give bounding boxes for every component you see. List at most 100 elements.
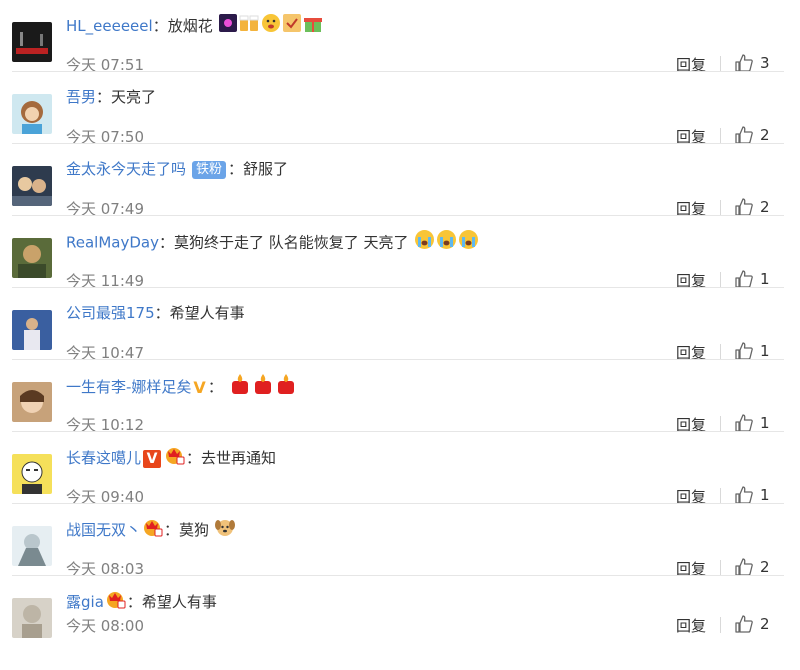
colon: ： (186, 449, 202, 467)
divider (720, 200, 721, 216)
thumbs-up-icon[interactable] (734, 53, 754, 77)
member-crown-icon (142, 517, 164, 544)
like-count: 1 (760, 270, 770, 288)
divider (720, 56, 721, 72)
comment-line: 公司最强175：希望人有事 (66, 301, 245, 325)
divider (720, 272, 721, 288)
username-link[interactable]: 露gia (66, 593, 104, 611)
comment-list: HL_eeeeeel：放烟花 今天 07:51 回复 3 吾男：天亮了 今天 0… (0, 0, 800, 638)
comment-line: 战国无双丶 ：莫狗 (66, 517, 235, 541)
like-count: 3 (760, 54, 770, 72)
thumbs-up-icon[interactable] (734, 269, 754, 293)
comment-text: 希望人有事 (169, 304, 245, 322)
like-stamp-emoji-icon (282, 13, 302, 40)
colon: ： (207, 378, 223, 396)
username-link[interactable]: 公司最强175 (66, 304, 155, 322)
comment-item: RealMayDay：莫狗终于走了 队名能恢复了 天亮了 今天 11:49 回复… (0, 230, 800, 310)
colon: ： (154, 304, 170, 322)
comment-text: 莫狗终于走了 队名能恢复了 天亮了 (173, 233, 409, 252)
candle-emoji-icon (275, 373, 297, 402)
colon: ： (164, 521, 180, 539)
username-link[interactable]: 金太永今天走了吗 (66, 160, 186, 178)
colon: ： (96, 88, 112, 106)
colon: ： (126, 593, 142, 611)
like-count: 1 (760, 486, 770, 504)
candle-emoji-icon (229, 373, 251, 402)
comment-line: 一生有李-娜样足矣 V： (66, 373, 297, 397)
divider (720, 416, 721, 432)
divider (12, 143, 784, 144)
thumbs-up-icon[interactable] (734, 341, 754, 365)
divider (12, 431, 784, 432)
username-link[interactable]: 长春这噶儿 (66, 449, 141, 467)
comment-line: RealMayDay：莫狗终于走了 队名能恢复了 天亮了 (66, 229, 479, 253)
thumbs-up-icon[interactable] (734, 485, 754, 509)
fan-badge[interactable]: 铁粉 (192, 160, 227, 179)
like-count: 2 (760, 615, 770, 633)
avatar[interactable] (12, 382, 52, 422)
crying-face-emoji-icon (414, 229, 435, 257)
comment-text: 莫狗 (179, 521, 210, 539)
like-count: 1 (760, 414, 770, 432)
thumbs-up-icon[interactable] (734, 614, 754, 638)
username-link[interactable]: 一生有李-娜样足矣 (66, 378, 191, 396)
verified-v-icon: V (143, 449, 162, 468)
comment-line: 露gia ：希望人有事 (66, 589, 217, 613)
divider (12, 359, 784, 360)
username-link[interactable]: HL_eeeeeel (66, 17, 153, 35)
verified-v-icon: V (193, 377, 206, 397)
avatar[interactable] (12, 598, 52, 638)
divider (720, 560, 721, 576)
colon: ： (228, 160, 244, 178)
comment-item: 金太永今天走了吗 铁粉 ：舒服了 今天 07:49 回复 2 (0, 160, 800, 238)
crying-face-emoji-icon (458, 229, 479, 257)
candle-emoji-icon (252, 373, 274, 402)
username-link[interactable]: 吾男 (66, 88, 96, 106)
comment-line: 长春这噶儿 V ：去世再通知 (66, 445, 276, 469)
cheer-face-emoji-icon (261, 13, 281, 40)
username-link[interactable]: RealMayDay (66, 234, 159, 252)
comment-text: 放烟花 (167, 17, 213, 35)
beer-emoji-icon (238, 14, 260, 39)
like-count: 2 (760, 558, 770, 576)
divider (720, 128, 721, 144)
divider (12, 71, 784, 72)
dog-emoji-icon (214, 517, 235, 544)
avatar[interactable] (12, 454, 52, 494)
comment-item: 公司最强175：希望人有事 今天 10:47 回复 1 (0, 304, 800, 382)
comment-item: HL_eeeeeel：放烟花 今天 07:51 回复 3 (0, 14, 800, 94)
avatar[interactable] (12, 22, 52, 62)
username-link[interactable]: 战国无双丶 (66, 521, 141, 539)
thumbs-up-icon[interactable] (734, 557, 754, 581)
avatar[interactable] (12, 238, 52, 278)
comment-item: 露gia ：希望人有事 今天 08:00 回复 2 (0, 592, 800, 670)
avatar[interactable] (12, 526, 52, 566)
member-crown-icon (105, 589, 127, 616)
divider (12, 215, 784, 216)
comment-text: 去世再通知 (201, 449, 277, 467)
fireworks-emoji-icon (218, 14, 237, 39)
comment-line: HL_eeeeeel：放烟花 (66, 13, 323, 37)
gift-emoji-icon (303, 13, 323, 40)
thumbs-up-icon[interactable] (734, 413, 754, 437)
avatar[interactable] (12, 166, 52, 206)
divider (12, 575, 784, 576)
like-count: 2 (760, 126, 770, 144)
divider (12, 503, 784, 504)
thumbs-up-icon[interactable] (734, 125, 754, 149)
colon: ： (158, 233, 174, 252)
thumbs-up-icon[interactable] (734, 197, 754, 221)
member-crown-icon (164, 445, 186, 472)
divider (720, 617, 721, 633)
comment-text: 舒服了 (243, 160, 289, 178)
avatar[interactable] (12, 94, 52, 134)
divider (12, 287, 784, 288)
divider (720, 488, 721, 504)
avatar[interactable] (12, 310, 52, 350)
comment-item: 一生有李-娜样足矣 V： 今天 10:12 回复 1 (0, 374, 800, 454)
comment-line: 金太永今天走了吗 铁粉 ：舒服了 (66, 157, 288, 181)
comment-text: 天亮了 (111, 88, 157, 106)
comment-item: 吾男：天亮了 今天 07:50 回复 2 (0, 88, 800, 166)
comment-text: 希望人有事 (141, 593, 217, 611)
divider (720, 344, 721, 360)
